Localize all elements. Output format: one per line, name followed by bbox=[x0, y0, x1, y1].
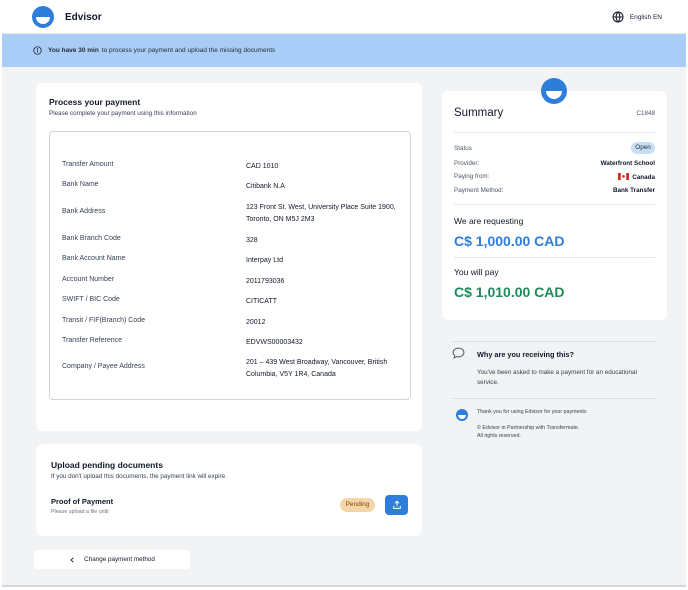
summary-divider bbox=[454, 257, 655, 258]
alert-time: You have 30 min bbox=[48, 47, 99, 54]
document-title: Proof of Payment bbox=[51, 497, 114, 506]
detail-value: Citibank N.A bbox=[246, 183, 285, 190]
payment-method-value: Bank Transfer bbox=[613, 187, 655, 194]
page: Edvisor English EN You have 30 min to pr… bbox=[2, 1, 686, 587]
chat-bubble-icon bbox=[452, 347, 465, 359]
detail-value: EDVWS00003432 bbox=[246, 339, 303, 346]
top-bar: Edvisor English EN bbox=[2, 1, 686, 34]
detail-label: SWIFT / BIC Code bbox=[62, 296, 120, 303]
detail-value: 2011793036 bbox=[246, 278, 285, 285]
detail-value: 201 – 439 West Broadway, Vancouver, Brit… bbox=[246, 359, 388, 378]
summary-logo-icon bbox=[541, 78, 567, 104]
detail-label: Company / Payee Address bbox=[62, 363, 145, 370]
detail-value: 123 Front St. West, University Place Sui… bbox=[246, 204, 396, 223]
detail-value: 328 bbox=[246, 237, 258, 244]
side-divider bbox=[452, 341, 657, 342]
detail-label: Transfer Reference bbox=[62, 337, 123, 344]
summary-provider-row: Provider: Waterfront School bbox=[454, 160, 655, 167]
detail-value: CITICATT bbox=[246, 298, 277, 305]
pending-status-badge: Pending bbox=[340, 498, 375, 512]
paying-from-label: Paying from: bbox=[454, 173, 490, 180]
requesting-label: We are requesting bbox=[454, 216, 524, 226]
edvisor-logo-icon[interactable] bbox=[32, 6, 54, 28]
summary-card: Summary C1848 Status Open Provider: Wate… bbox=[442, 91, 667, 320]
payment-method-label: Payment Method: bbox=[454, 187, 504, 194]
detail-label: Account Number bbox=[62, 276, 115, 283]
language-selector[interactable]: English EN bbox=[612, 11, 662, 23]
payment-code: C1848 bbox=[636, 110, 655, 117]
detail-value: Interpay Ltd bbox=[246, 257, 283, 264]
detail-value: 20012 bbox=[246, 319, 266, 326]
why-text: You've been asked to make a payment for … bbox=[477, 369, 637, 386]
detail-label: Bank Branch Code bbox=[62, 235, 121, 242]
upload-card-title: Upload pending documents bbox=[51, 460, 163, 470]
chevron-left-icon bbox=[70, 556, 74, 563]
summary-title: Summary bbox=[454, 107, 504, 119]
summary-divider bbox=[454, 132, 655, 133]
provider-label: Provider: bbox=[454, 160, 480, 167]
upload-card-subtitle: If you don't upload this documents, the … bbox=[51, 473, 227, 480]
detail-label: Bank Address bbox=[62, 208, 106, 215]
you-will-pay-amount: C$ 1,010.00 CAD bbox=[454, 284, 565, 300]
proof-of-payment-item: Proof of Payment Please upload a file un… bbox=[51, 497, 113, 515]
bottom-edge bbox=[2, 585, 686, 587]
status-label: Status bbox=[454, 145, 472, 152]
upload-file-button[interactable] bbox=[385, 495, 408, 515]
provider-value: Waterfront School bbox=[600, 160, 655, 167]
payment-card-title: Process your payment bbox=[49, 97, 141, 107]
upload-icon bbox=[392, 500, 401, 509]
brand-name: Edvisor bbox=[65, 12, 102, 23]
detail-label: Bank Account Name bbox=[62, 255, 126, 262]
paying-from-value: Canada bbox=[632, 174, 655, 181]
footer-partner: © Edvisor in Partnership with Transferma… bbox=[477, 425, 580, 431]
detail-label: Transfer Amount bbox=[62, 161, 114, 168]
document-deadline: Please upload a file until: bbox=[51, 509, 110, 515]
status-badge: Open bbox=[631, 142, 655, 154]
alert-text: to process your payment and upload the m… bbox=[101, 47, 276, 54]
info-icon bbox=[33, 46, 42, 55]
payment-card-subtitle: Please complete your payment using this … bbox=[49, 110, 197, 117]
summary-status-row: Status Open bbox=[454, 142, 655, 154]
process-payment-card: Process your payment Please complete you… bbox=[36, 83, 422, 431]
change-payment-method-label: Change payment method bbox=[84, 556, 155, 563]
summary-method-row: Payment Method: Bank Transfer bbox=[454, 187, 655, 194]
footer-thanks: Thank you for using Edvisor for your pay… bbox=[477, 409, 587, 415]
summary-paying-from-row: Paying from: Canada bbox=[454, 173, 655, 181]
requesting-amount: C$ 1,000.00 CAD bbox=[454, 233, 565, 249]
detail-value: CAD 1010 bbox=[246, 163, 279, 170]
language-label: English EN bbox=[629, 13, 662, 21]
detail-label: Bank Name bbox=[62, 181, 99, 188]
canada-flag-icon bbox=[618, 173, 630, 180]
change-payment-method-button[interactable]: Change payment method bbox=[34, 550, 190, 569]
side-divider bbox=[452, 398, 657, 399]
edvisor-small-logo-icon bbox=[456, 409, 468, 421]
why-title: Why are you receiving this? bbox=[477, 350, 574, 359]
upload-documents-card: Upload pending documents If you don't up… bbox=[36, 444, 422, 536]
globe-icon bbox=[612, 11, 624, 23]
detail-label: Transit / FIF(Branch) Code bbox=[62, 317, 145, 324]
summary-divider bbox=[454, 204, 655, 205]
footer-rights: All rights reserved. bbox=[477, 433, 521, 439]
bank-details-box: Transfer Amount CAD 1010 Bank Name Citib… bbox=[49, 131, 411, 400]
time-alert-banner: You have 30 min to process your payment … bbox=[2, 34, 686, 67]
you-will-pay-label: You will pay bbox=[454, 267, 499, 277]
